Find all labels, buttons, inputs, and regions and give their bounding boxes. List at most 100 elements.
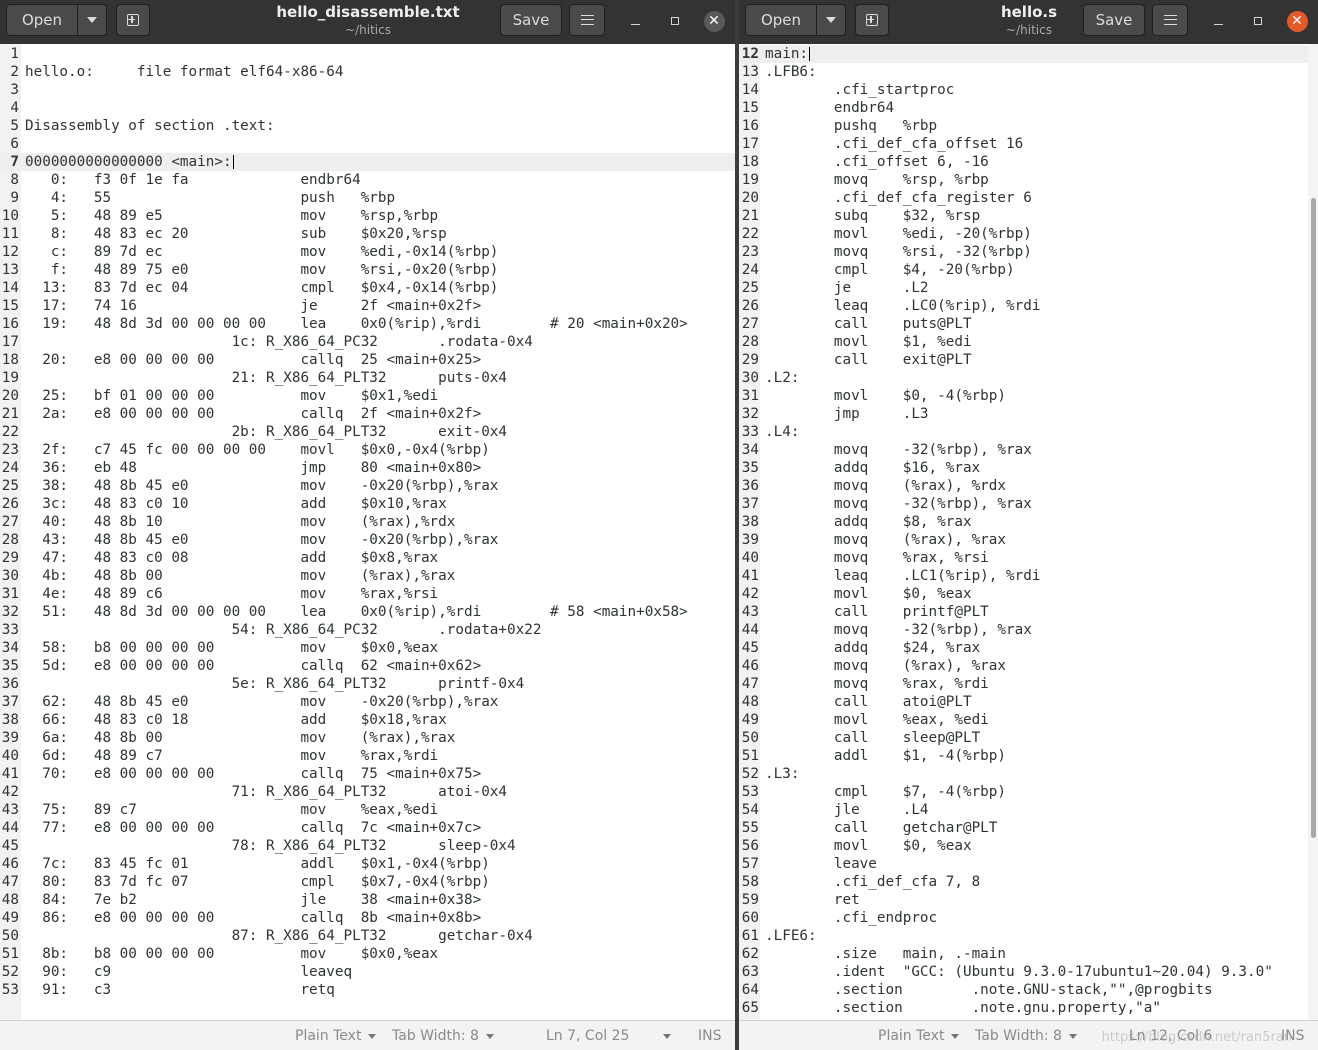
text-line[interactable]: 40 movq %rax, %rsi xyxy=(739,549,1318,567)
text-line[interactable]: 53 cmpl $7, -4(%rbp) xyxy=(739,783,1318,801)
text-line[interactable]: 63 .ident "GCC: (Ubuntu 9.3.0-17ubuntu1~… xyxy=(739,963,1318,981)
text-line[interactable]: 8 0: f3 0f 1e fa endbr64 xyxy=(0,171,735,189)
text-line[interactable]: 55 call getchar@PLT xyxy=(739,819,1318,837)
text-editor[interactable]: 1 2 hello.o: file format elf64-x86-64 3 4 5 Di… xyxy=(0,44,735,1020)
text-line[interactable]: 9 4: 55 push %rbp xyxy=(0,189,735,207)
text-line[interactable]: 19 movq %rsp, %rbp xyxy=(739,171,1318,189)
cursor-position[interactable]: Ln 7, Col 25 xyxy=(546,1026,672,1046)
text-line[interactable]: 43 call printf@PLT xyxy=(739,603,1318,621)
text-line[interactable]: 28 43: 48 8b 45 e0 mov -0x20(%rbp),%rax xyxy=(0,531,735,549)
new-tab-button[interactable] xyxy=(116,4,150,36)
tab-width-selector[interactable]: Tab Width: 8 xyxy=(392,1026,494,1046)
text-line[interactable]: 33 54: R_X86_64_PC32 .rodata+0x22 xyxy=(0,621,735,639)
text-line[interactable]: 13 f: 48 89 75 e0 mov %rsi,-0x20(%rbp) xyxy=(0,261,735,279)
text-line[interactable]: 3 xyxy=(0,81,735,99)
text-line[interactable]: 33 .L4: xyxy=(739,423,1318,441)
text-line[interactable]: 50 call sleep@PLT xyxy=(739,729,1318,747)
text-line[interactable]: 42 movl $0, %eax xyxy=(739,585,1318,603)
text-line[interactable]: 15 endbr64 xyxy=(739,99,1318,117)
text-line[interactable]: 29 call exit@PLT xyxy=(739,351,1318,369)
text-line[interactable]: 56 movl $0, %eax xyxy=(739,837,1318,855)
text-line[interactable]: 4 xyxy=(0,99,735,117)
text-line[interactable]: 21 subq $32, %rsp xyxy=(739,207,1318,225)
text-line[interactable]: 17 1c: R_X86_64_PC32 .rodata-0x4 xyxy=(0,333,735,351)
text-line[interactable]: 29 47: 48 83 c0 08 add $0x8,%rax xyxy=(0,549,735,567)
text-line[interactable]: 64 .section .note.GNU-stack,"",@progbits xyxy=(739,981,1318,999)
text-line[interactable]: 36 5e: R_X86_64_PLT32 printf-0x4 xyxy=(0,675,735,693)
text-line[interactable]: 50 87: R_X86_64_PLT32 getchar-0x4 xyxy=(0,927,735,945)
text-line[interactable]: 48 call atoi@PLT xyxy=(739,693,1318,711)
text-line[interactable]: 26 3c: 48 83 c0 10 add $0x10,%rax xyxy=(0,495,735,513)
text-line[interactable]: 47 80: 83 7d fc 07 cmpl $0x7,-0x4(%rbp) xyxy=(0,873,735,891)
text-line[interactable]: 31 movl $0, -4(%rbp) xyxy=(739,387,1318,405)
text-line[interactable]: 11 8: 48 83 ec 20 sub $0x20,%rsp xyxy=(0,225,735,243)
text-line[interactable]: 22 2b: R_X86_64_PLT32 exit-0x4 xyxy=(0,423,735,441)
text-editor[interactable]: 12 main: 13 .LFB6: 14 .cfi_startproc 15 endbr… xyxy=(739,44,1318,1020)
text-line[interactable]: 44 movq -32(%rbp), %rax xyxy=(739,621,1318,639)
save-button[interactable]: Save xyxy=(500,4,562,36)
text-line[interactable]: 43 75: 89 c7 mov %eax,%edi xyxy=(0,801,735,819)
minimize-button[interactable] xyxy=(624,10,646,32)
open-dropdown-button[interactable] xyxy=(816,4,846,36)
text-line[interactable]: 32 51: 48 8d 3d 00 00 00 00 lea 0x0(%rip… xyxy=(0,603,735,621)
text-line[interactable]: 54 jle .L4 xyxy=(739,801,1318,819)
text-line[interactable]: 57 leave xyxy=(739,855,1318,873)
text-line[interactable]: 25 je .L2 xyxy=(739,279,1318,297)
text-line[interactable]: 49 movl %eax, %edi xyxy=(739,711,1318,729)
text-line[interactable]: 25 38: 48 8b 45 e0 mov -0x20(%rbp),%rax xyxy=(0,477,735,495)
text-line[interactable]: 49 86: e8 00 00 00 00 callq 8b <main+0x8… xyxy=(0,909,735,927)
text-line[interactable]: 35 addq $16, %rax xyxy=(739,459,1318,477)
text-line[interactable]: 23 movq %rsi, -32(%rbp) xyxy=(739,243,1318,261)
open-button[interactable]: Open xyxy=(6,4,78,36)
text-line[interactable]: 6 xyxy=(0,135,735,153)
maximize-button[interactable] xyxy=(664,10,686,32)
text-line[interactable]: 7 0000000000000000 <main>: xyxy=(0,153,735,171)
text-line[interactable]: 51 8b: b8 00 00 00 00 mov $0x0,%eax xyxy=(0,945,735,963)
open-dropdown-button[interactable] xyxy=(77,4,107,36)
vertical-scrollbar[interactable] xyxy=(1308,44,1318,1020)
text-line[interactable]: 16 pushq %rbp xyxy=(739,117,1318,135)
text-line[interactable]: 52 .L3: xyxy=(739,765,1318,783)
text-line[interactable]: 41 70: e8 00 00 00 00 callq 75 <main+0x7… xyxy=(0,765,735,783)
text-line[interactable]: 37 movq -32(%rbp), %rax xyxy=(739,495,1318,513)
text-line[interactable]: 14 .cfi_startproc xyxy=(739,81,1318,99)
text-line[interactable]: 20 25: bf 01 00 00 00 mov $0x1,%edi xyxy=(0,387,735,405)
text-line[interactable]: 16 19: 48 8d 3d 00 00 00 00 lea 0x0(%rip… xyxy=(0,315,735,333)
text-line[interactable]: 35 5d: e8 00 00 00 00 callq 62 <main+0x6… xyxy=(0,657,735,675)
text-line[interactable]: 60 .cfi_endproc xyxy=(739,909,1318,927)
text-line[interactable]: 44 77: e8 00 00 00 00 callq 7c <main+0x7… xyxy=(0,819,735,837)
text-line[interactable]: 62 .size main, .-main xyxy=(739,945,1318,963)
text-line[interactable]: 22 movl %edi, -20(%rbp) xyxy=(739,225,1318,243)
close-button[interactable]: ✕ xyxy=(1286,10,1308,32)
text-line[interactable]: 28 movl $1, %edi xyxy=(739,333,1318,351)
text-line[interactable]: 48 84: 7e b2 jle 38 <main+0x38> xyxy=(0,891,735,909)
text-line[interactable]: 2 hello.o: file format elf64-x86-64 xyxy=(0,63,735,81)
text-line[interactable]: 38 66: 48 83 c0 18 add $0x18,%rax xyxy=(0,711,735,729)
text-line[interactable]: 5 Disassembly of section .text: xyxy=(0,117,735,135)
text-line[interactable]: 24 cmpl $4, -20(%rbp) xyxy=(739,261,1318,279)
text-line[interactable]: 38 addq $8, %rax xyxy=(739,513,1318,531)
open-button[interactable]: Open xyxy=(745,4,817,36)
text-line[interactable]: 30 .L2: xyxy=(739,369,1318,387)
text-line[interactable]: 17 .cfi_def_cfa_offset 16 xyxy=(739,135,1318,153)
text-line[interactable]: 26 leaq .LC0(%rip), %rdi xyxy=(739,297,1318,315)
tab-width-selector[interactable]: Tab Width: 8 xyxy=(975,1026,1077,1046)
maximize-button[interactable] xyxy=(1247,10,1269,32)
text-line[interactable]: 59 ret xyxy=(739,891,1318,909)
text-line[interactable]: 15 17: 74 16 je 2f <main+0x2f> xyxy=(0,297,735,315)
menu-button[interactable] xyxy=(569,4,605,36)
text-line[interactable]: 1 xyxy=(0,45,735,63)
text-line[interactable]: 58 .cfi_def_cfa 7, 8 xyxy=(739,873,1318,891)
text-line[interactable]: 20 .cfi_def_cfa_register 6 xyxy=(739,189,1318,207)
text-line[interactable]: 45 78: R_X86_64_PLT32 sleep-0x4 xyxy=(0,837,735,855)
text-line[interactable]: 52 90: c9 leaveq xyxy=(0,963,735,981)
minimize-button[interactable] xyxy=(1207,10,1229,32)
text-line[interactable]: 14 13: 83 7d ec 04 cmpl $0x4,-0x14(%rbp) xyxy=(0,279,735,297)
text-line[interactable]: 46 movq (%rax), %rax xyxy=(739,657,1318,675)
text-line[interactable]: 40 6d: 48 89 c7 mov %rax,%rdi xyxy=(0,747,735,765)
text-line[interactable]: 39 6a: 48 8b 00 mov (%rax),%rax xyxy=(0,729,735,747)
menu-button[interactable] xyxy=(1152,4,1188,36)
text-line[interactable]: 21 2a: e8 00 00 00 00 callq 2f <main+0x2… xyxy=(0,405,735,423)
language-selector[interactable]: Plain Text xyxy=(295,1026,377,1046)
text-line[interactable]: 51 addl $1, -4(%rbp) xyxy=(739,747,1318,765)
